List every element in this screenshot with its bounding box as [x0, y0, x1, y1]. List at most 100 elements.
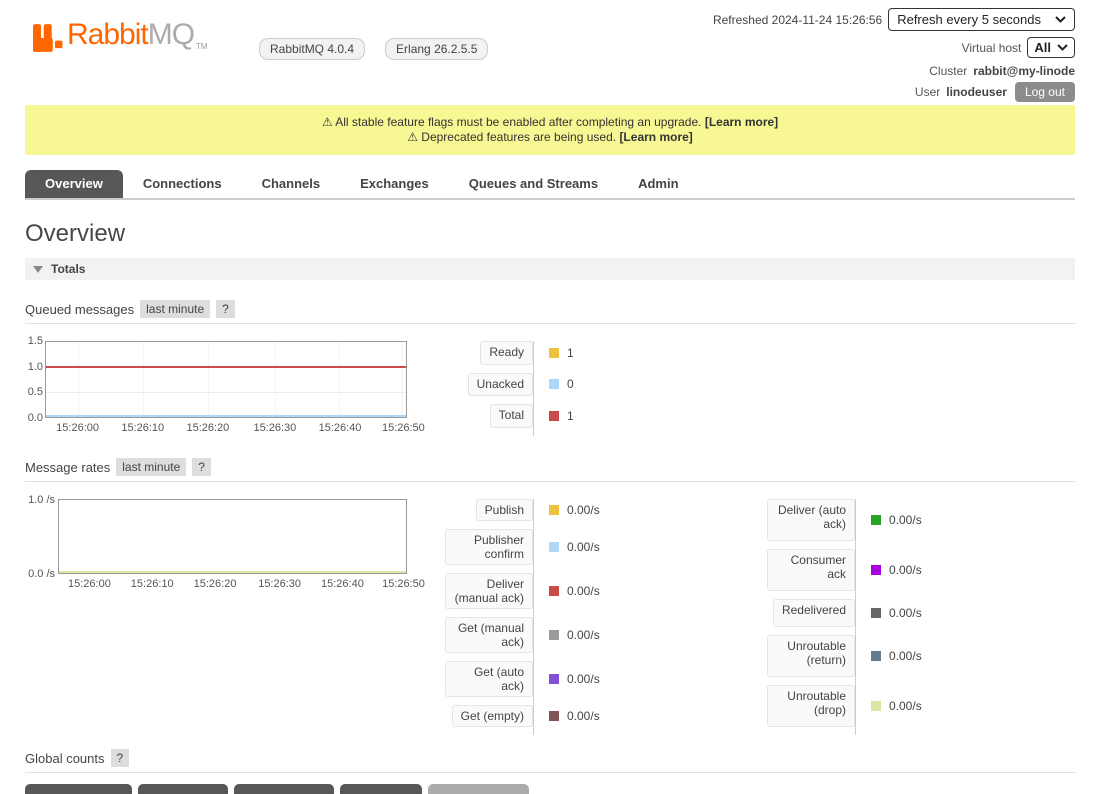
- legend-label-unroutable-return: Unroutable (return): [767, 635, 855, 677]
- legend-label-redelivered: Redelivered: [773, 599, 855, 627]
- header: RabbitMQ TM RabbitMQ 4.0.4 Erlang 26.2.5…: [0, 0, 1094, 105]
- message-rates-legend-left: Publish 0.00/s Publisher confirm 0.00/s …: [445, 499, 675, 735]
- tab-exchanges[interactable]: Exchanges: [340, 170, 449, 198]
- redelivered-rate: 0.00/s: [889, 606, 922, 620]
- unacked-value: 0: [567, 377, 574, 391]
- page-title: Overview: [25, 220, 1075, 248]
- publisher-confirm-rate: 0.00/s: [567, 540, 600, 554]
- legend-label-unacked: Unacked: [468, 373, 533, 397]
- rates-x-axis: 15:26:00 15:26:10 15:26:20 15:26:30 15:2…: [58, 578, 407, 592]
- unroutable-return-swatch: [871, 651, 881, 661]
- rates-help-icon[interactable]: ?: [192, 458, 211, 476]
- consumers-count-button[interactable]: Consumers:0: [428, 784, 529, 794]
- legend-label-get-auto-ack: Get (auto ack): [445, 661, 533, 697]
- redelivered-swatch: [871, 608, 881, 618]
- ready-value: 1: [567, 346, 574, 360]
- legend-label-publish: Publish: [476, 499, 533, 521]
- totals-section-toggle[interactable]: Totals: [25, 258, 1075, 280]
- logout-button[interactable]: Log out: [1015, 82, 1075, 102]
- learn-more-link-deprecated[interactable]: [Learn more]: [619, 130, 692, 144]
- legend-label-get-empty: Get (empty): [452, 705, 533, 727]
- global-counts-help-icon[interactable]: ?: [111, 749, 130, 767]
- legend-label-ready: Ready: [480, 341, 533, 365]
- deliver-auto-ack-swatch: [871, 515, 881, 525]
- unacked-swatch: [549, 379, 559, 389]
- tab-admin[interactable]: Admin: [618, 170, 698, 198]
- get-manual-ack-swatch: [549, 630, 559, 640]
- banner-line-deprecated: ⚠ Deprecated features are being used. [L…: [33, 130, 1067, 145]
- totals-section-label: Totals: [51, 262, 85, 276]
- legend-label-total: Total: [490, 404, 533, 428]
- ready-swatch: [549, 348, 559, 358]
- get-empty-rate: 0.00/s: [567, 709, 600, 723]
- total-value: 1: [567, 409, 574, 423]
- tab-channels[interactable]: Channels: [242, 170, 341, 198]
- queued-help-icon[interactable]: ?: [216, 300, 235, 318]
- queues-count-button[interactable]: Queues:1: [340, 784, 422, 794]
- queued-last-minute-badge[interactable]: last minute: [140, 300, 210, 318]
- publisher-confirm-swatch: [549, 542, 559, 552]
- main-tabs: Overview Connections Channels Exchanges …: [25, 170, 1075, 200]
- queued-messages-chart: 1.5 1.0 0.5 0.0 15:26:00 15:26:10 15:26:…: [25, 341, 407, 436]
- connections-count-button[interactable]: Connections:0: [25, 784, 132, 794]
- total-series-line: [46, 366, 406, 368]
- publish-rate: 0.00/s: [567, 503, 600, 517]
- unroutable-drop-rate: 0.00/s: [889, 699, 922, 713]
- banner-line-feature-flags: ⚠ All stable feature flags must be enabl…: [33, 115, 1067, 130]
- unroutable-return-rate: 0.00/s: [889, 649, 922, 663]
- refresh-interval-select[interactable]: Refresh every 5 seconds: [888, 8, 1075, 31]
- global-counts-buttons: Connections:0 Channels:0 Exchanges:8 Que…: [25, 784, 1075, 794]
- deliver-auto-ack-rate: 0.00/s: [889, 513, 922, 527]
- message-rates-heading: Message rates last minute ?: [25, 458, 1075, 482]
- legend-label-consumer-ack: Consumer ack: [767, 549, 855, 591]
- virtual-host-select[interactable]: All: [1027, 37, 1075, 58]
- tab-queues-and-streams[interactable]: Queues and Streams: [449, 170, 618, 198]
- deliver-manual-ack-swatch: [549, 586, 559, 596]
- erlang-version-badge: Erlang 26.2.5.5: [385, 38, 488, 60]
- cluster-name: rabbit@my-linode: [973, 64, 1075, 78]
- unroutable-drop-swatch: [871, 701, 881, 711]
- get-auto-ack-swatch: [549, 674, 559, 684]
- rates-last-minute-badge[interactable]: last minute: [116, 458, 186, 476]
- exchanges-count-button[interactable]: Exchanges:8: [234, 784, 333, 794]
- user-label: User: [915, 85, 940, 99]
- rabbitmq-version-badge: RabbitMQ 4.0.4: [259, 38, 365, 60]
- chevron-down-icon: [1057, 44, 1068, 51]
- refreshed-timestamp: Refreshed 2024-11-24 15:26:56: [713, 13, 882, 27]
- consumer-ack-rate: 0.00/s: [889, 563, 922, 577]
- logo-tm: TM: [196, 42, 208, 51]
- message-rates-legend-right: Deliver (auto ack) 0.00/s Consumer ack 0…: [767, 499, 997, 735]
- rabbitmq-logo[interactable]: RabbitMQ TM: [33, 18, 208, 54]
- queued-messages-chart-block: 1.5 1.0 0.5 0.0 15:26:00 15:26:10 15:26:…: [25, 341, 1075, 436]
- learn-more-link-feature-flags[interactable]: [Learn more]: [705, 115, 778, 129]
- legend-label-publisher-confirm: Publisher confirm: [445, 529, 533, 565]
- rabbitmq-logo-icon: [33, 22, 63, 54]
- warning-banner: ⚠ All stable feature flags must be enabl…: [25, 105, 1075, 155]
- get-auto-ack-rate: 0.00/s: [567, 672, 600, 686]
- unacked-series-line: [46, 415, 406, 417]
- get-empty-swatch: [549, 711, 559, 721]
- queued-messages-legend: Ready 1 Unacked 0 Total 1: [445, 341, 675, 436]
- unroutable-drop-series-line: [59, 571, 406, 573]
- legend-label-deliver-manual-ack: Deliver (manual ack): [445, 573, 533, 609]
- user-name: linodeuser: [946, 85, 1007, 99]
- tab-connections[interactable]: Connections: [123, 170, 242, 198]
- chevron-down-icon: [1055, 16, 1066, 23]
- queued-messages-plot-area: [45, 341, 407, 418]
- queued-messages-heading: Queued messages last minute ?: [25, 300, 1075, 324]
- total-swatch: [549, 411, 559, 421]
- queued-x-axis: 15:26:00 15:26:10 15:26:20 15:26:30 15:2…: [45, 422, 407, 436]
- message-rates-chart: 1.0 /s 0.0 /s 15:26:00 15:26:10 15:26:20…: [25, 499, 407, 735]
- publish-swatch: [549, 505, 559, 515]
- channels-count-button[interactable]: Channels:0: [138, 784, 229, 794]
- consumer-ack-swatch: [871, 565, 881, 575]
- global-counts-heading: Global counts ?: [25, 749, 1075, 773]
- tab-overview[interactable]: Overview: [25, 170, 123, 198]
- message-rates-plot-area: [58, 499, 407, 574]
- cluster-label: Cluster: [929, 64, 967, 78]
- legend-label-deliver-auto-ack: Deliver (auto ack): [767, 499, 855, 541]
- legend-label-get-manual-ack: Get (manual ack): [445, 617, 533, 653]
- deliver-manual-ack-rate: 0.00/s: [567, 584, 600, 598]
- collapse-triangle-icon: [33, 266, 43, 273]
- legend-label-unroutable-drop: Unroutable (drop): [767, 685, 855, 727]
